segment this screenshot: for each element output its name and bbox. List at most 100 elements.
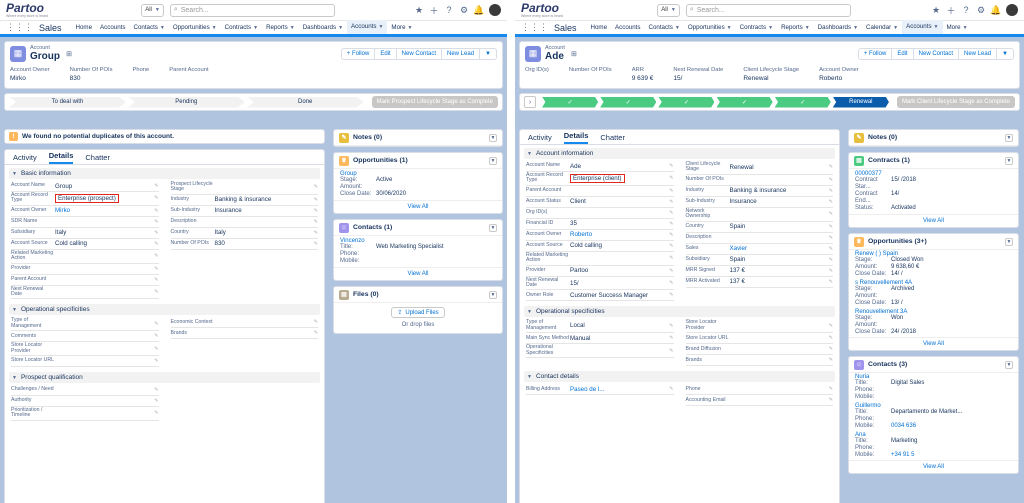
edit-pencil-icon[interactable]: ✎ <box>314 197 318 203</box>
field-value[interactable]: Mirko <box>55 207 70 214</box>
tab-details[interactable]: Details <box>49 151 74 164</box>
path-step-complete[interactable]: ✓ <box>716 97 772 108</box>
edit-pencil-icon[interactable]: ✎ <box>314 319 318 325</box>
nav-item-contracts[interactable]: Contracts▼ <box>736 20 777 36</box>
nav-item-reports[interactable]: Reports▼ <box>262 20 299 36</box>
edit-pencil-icon[interactable]: ✎ <box>829 257 833 263</box>
follow-button[interactable]: + Follow <box>858 48 893 60</box>
edit-pencil-icon[interactable]: ✎ <box>154 241 158 247</box>
nav-item-calendar[interactable]: Calendar▼ <box>862 20 902 36</box>
tab-chatter[interactable]: Chatter <box>600 133 625 144</box>
nav-item-accounts[interactable]: Accounts <box>96 20 129 36</box>
edit-pencil-icon[interactable]: ✎ <box>829 357 833 363</box>
chevron-down-icon[interactable]: ▼ <box>934 24 939 30</box>
edit-pencil-icon[interactable]: ✎ <box>669 323 673 329</box>
card-title[interactable]: Notes (0) <box>353 134 382 141</box>
setup-gear-icon[interactable]: ⚙ <box>976 5 986 15</box>
edit-pencil-icon[interactable]: ✎ <box>669 243 673 249</box>
edit-pencil-icon[interactable]: ✎ <box>314 330 318 336</box>
tab-chatter[interactable]: Chatter <box>85 153 110 164</box>
edit-pencil-icon[interactable]: ✎ <box>829 224 833 230</box>
add-icon[interactable]: ＋ <box>946 5 956 15</box>
app-launcher-icon[interactable]: ⋮⋮⋮ <box>6 22 33 33</box>
nav-item-dashboards[interactable]: Dashboards▼ <box>299 20 347 36</box>
edit-pencil-icon[interactable]: ✎ <box>314 184 318 190</box>
tab-details[interactable]: Details <box>564 131 589 144</box>
user-avatar[interactable] <box>1006 4 1018 16</box>
add-icon[interactable]: ＋ <box>429 5 439 15</box>
section-header[interactable]: ▼Contact details <box>524 371 835 382</box>
edit-pencil-icon[interactable]: ✎ <box>829 199 833 205</box>
nav-item-accounts[interactable]: Accounts▼ <box>347 20 387 36</box>
card-title[interactable]: Contacts (1) <box>353 224 392 231</box>
edit-pencil-icon[interactable]: ✎ <box>669 386 673 392</box>
nav-item-contacts[interactable]: Contacts▼ <box>129 20 168 36</box>
chevron-down-icon[interactable]: ▼ <box>893 25 898 31</box>
edit-pencil-icon[interactable]: ✎ <box>829 235 833 241</box>
edit-pencil-icon[interactable]: ✎ <box>669 292 673 298</box>
edit-pencil-icon[interactable]: ✎ <box>829 246 833 252</box>
help-icon[interactable]: ? <box>444 5 454 15</box>
edit-pencil-icon[interactable]: ✎ <box>154 253 158 259</box>
tab-activity[interactable]: Activity <box>13 153 37 164</box>
path-step[interactable]: Pending <box>128 97 245 108</box>
nav-item-dashboards[interactable]: Dashboards▼ <box>814 20 862 36</box>
field-value[interactable]: Roberto <box>570 231 592 238</box>
chevron-down-icon[interactable]: ▼ <box>408 25 413 31</box>
section-header[interactable]: ▼Basic information <box>9 168 320 179</box>
path-step-complete[interactable]: ✓ <box>658 97 714 108</box>
nav-item-reports[interactable]: Reports▼ <box>777 20 814 36</box>
detail-value[interactable]: 0034 636 <box>891 423 916 430</box>
edit-button[interactable]: Edit <box>891 48 913 60</box>
edit-pencil-icon[interactable]: ✎ <box>154 289 158 295</box>
chevron-down-icon[interactable]: ▼ <box>338 25 343 31</box>
more-actions-button[interactable]: ▼ <box>479 48 497 60</box>
card-menu-chevron-icon[interactable]: ▼ <box>489 157 497 165</box>
setup-gear-icon[interactable]: ⚙ <box>459 5 469 15</box>
path-step-complete[interactable]: ✓ <box>600 97 656 108</box>
hierarchy-icon[interactable]: ⊞ <box>64 49 74 59</box>
global-search-input[interactable]: ⌕Search... <box>170 4 335 17</box>
edit-button[interactable]: Edit <box>374 48 396 60</box>
edit-pencil-icon[interactable]: ✎ <box>829 188 833 194</box>
card-menu-chevron-icon[interactable]: ▼ <box>489 134 497 142</box>
edit-pencil-icon[interactable]: ✎ <box>829 279 833 285</box>
edit-pencil-icon[interactable]: ✎ <box>154 277 158 283</box>
star-favorites-icon[interactable]: ★ <box>414 5 424 15</box>
edit-pencil-icon[interactable]: ✎ <box>154 208 158 214</box>
view-all-link[interactable]: View All <box>334 267 502 280</box>
edit-pencil-icon[interactable]: ✎ <box>829 268 833 274</box>
mark-stage-complete-button[interactable]: Mark Client Lifecycle Stage as Complete <box>897 96 1015 108</box>
edit-pencil-icon[interactable]: ✎ <box>154 183 158 189</box>
card-title[interactable]: Files (0) <box>353 291 379 298</box>
new-lead-button[interactable]: New Lead <box>958 48 997 60</box>
new-contact-button[interactable]: New Contact <box>913 48 959 60</box>
chevron-down-icon[interactable]: ▼ <box>727 25 732 31</box>
edit-pencil-icon[interactable]: ✎ <box>154 321 158 327</box>
follow-button[interactable]: + Follow <box>341 48 376 60</box>
edit-pencil-icon[interactable]: ✎ <box>829 335 833 341</box>
path-step-complete[interactable]: ✓ <box>775 97 831 108</box>
edit-pencil-icon[interactable]: ✎ <box>829 323 833 329</box>
header-field-value[interactable]: Mirko <box>10 75 50 82</box>
view-all-link[interactable]: View All <box>849 337 1018 350</box>
user-avatar[interactable] <box>489 4 501 16</box>
chevron-down-icon[interactable]: ▼ <box>290 25 295 31</box>
detail-value[interactable]: +34 91 5 <box>891 452 915 459</box>
edit-pencil-icon[interactable]: ✎ <box>154 387 158 393</box>
section-header[interactable]: ▼Prospect qualification <box>9 372 320 383</box>
nav-item-more[interactable]: More▼ <box>387 20 416 36</box>
edit-pencil-icon[interactable]: ✎ <box>154 195 158 201</box>
nav-item-opportunities[interactable]: Opportunities▼ <box>169 20 221 36</box>
edit-pencil-icon[interactable]: ✎ <box>154 230 158 236</box>
edit-pencil-icon[interactable]: ✎ <box>154 346 158 352</box>
view-all-link[interactable]: View All <box>849 460 1018 473</box>
section-header[interactable]: ▼Operational specificities <box>524 306 835 317</box>
notifications-bell-icon[interactable]: 🔔 <box>474 5 484 15</box>
view-all-link[interactable]: View All <box>334 200 502 213</box>
edit-pencil-icon[interactable]: ✎ <box>669 255 673 261</box>
path-step-complete[interactable]: ✓ <box>542 97 598 108</box>
new-contact-button[interactable]: New Contact <box>396 48 442 60</box>
edit-pencil-icon[interactable]: ✎ <box>314 219 318 225</box>
edit-pencil-icon[interactable]: ✎ <box>314 241 318 247</box>
